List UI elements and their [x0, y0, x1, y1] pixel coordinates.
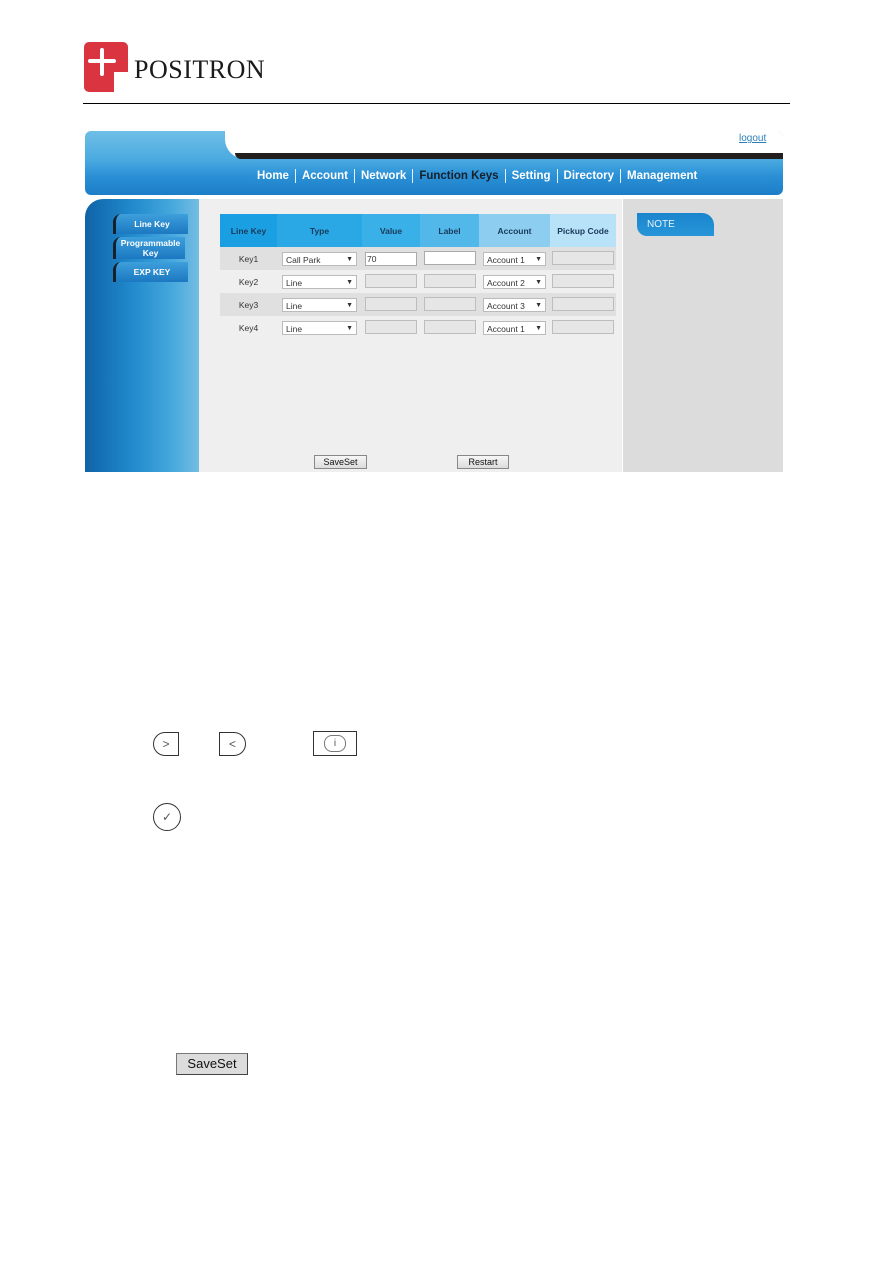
- sidebar-item-programmable-key[interactable]: Programmable Key: [113, 237, 185, 259]
- value-input[interactable]: 70: [365, 251, 417, 266]
- column-header: Line Key: [220, 214, 277, 247]
- label-input[interactable]: [423, 250, 476, 265]
- note-panel: NOTE: [623, 199, 783, 472]
- table-row: Key1 Call Park ▼ 70 Account 1 ▼: [220, 247, 616, 270]
- brand-name: POSITRON: [134, 55, 266, 84]
- nav-account[interactable]: Account: [296, 170, 354, 182]
- account-select[interactable]: Account 1 ▼: [483, 320, 546, 335]
- key-name: Key4: [238, 322, 259, 333]
- value-input: [365, 296, 417, 311]
- table-row: Key3 Line ▼ Account 3 ▼: [220, 293, 616, 316]
- account-select[interactable]: Account 3 ▼: [483, 297, 546, 312]
- nav-setting[interactable]: Setting: [506, 170, 557, 182]
- key-name: Key3: [220, 293, 277, 316]
- column-header: Type: [277, 214, 362, 247]
- pickup-code-input: [552, 319, 614, 334]
- nav-function-keys[interactable]: Function Keys: [413, 170, 504, 182]
- table-row: Key4 Line ▼ Account 1 ▼: [220, 316, 616, 339]
- key-name: Key1: [220, 247, 277, 270]
- right-arrow-key-icon: >: [153, 732, 179, 756]
- value-input: [365, 273, 417, 288]
- sidebar-item-exp-key[interactable]: EXP KEY: [113, 262, 188, 282]
- column-header: Pickup Code: [550, 214, 616, 247]
- pickup-code-input: [552, 273, 614, 288]
- header-divider: [83, 103, 790, 104]
- column-header: Label: [420, 214, 479, 247]
- nav-directory[interactable]: Directory: [558, 170, 621, 182]
- value-input: [365, 319, 417, 334]
- sidebar-item-line-key[interactable]: Line Key: [113, 214, 188, 234]
- restart-button[interactable]: Restart: [457, 455, 509, 469]
- nav-network[interactable]: Network: [355, 170, 412, 182]
- line-key-table: Line Key Type Value Label Account Pickup…: [220, 214, 616, 339]
- info-key-icon: i: [313, 731, 357, 756]
- pickup-code-input: [552, 296, 614, 311]
- main-nav: Home Account Network Function Keys Setti…: [251, 169, 703, 183]
- table-row: Key2 Line ▼ Account 2 ▼: [220, 270, 616, 293]
- note-tab: NOTE: [637, 213, 714, 236]
- positron-logo-icon: [84, 42, 128, 92]
- saveset-button[interactable]: SaveSet: [314, 455, 367, 469]
- key-name: Key2: [238, 276, 259, 287]
- account-select[interactable]: Account 1 ▼: [483, 251, 546, 266]
- label-input: [423, 319, 476, 334]
- label-input: [423, 296, 476, 311]
- type-select[interactable]: Call Park ▼: [282, 251, 357, 266]
- ok-check-key-icon: ✓: [153, 803, 181, 831]
- pickup-code-input: [552, 250, 614, 265]
- column-header: Value: [362, 214, 420, 247]
- type-select[interactable]: Line ▼: [282, 320, 357, 335]
- sidebar: Line Key Programmable Key EXP KEY: [85, 199, 199, 472]
- top-navigation-bar: Home Account Network Function Keys Setti…: [85, 131, 783, 195]
- logout-link[interactable]: logout: [739, 133, 766, 144]
- nav-home[interactable]: Home: [251, 170, 295, 182]
- saveset-button-illustration: SaveSet: [176, 1053, 248, 1075]
- account-select[interactable]: Account 2 ▼: [483, 274, 546, 289]
- type-select[interactable]: Line ▼: [282, 297, 357, 312]
- left-arrow-key-icon: <: [219, 732, 246, 756]
- type-select[interactable]: Line ▼: [282, 274, 357, 289]
- column-header: Account: [479, 214, 550, 247]
- label-input: [423, 273, 476, 288]
- nav-management[interactable]: Management: [621, 170, 703, 182]
